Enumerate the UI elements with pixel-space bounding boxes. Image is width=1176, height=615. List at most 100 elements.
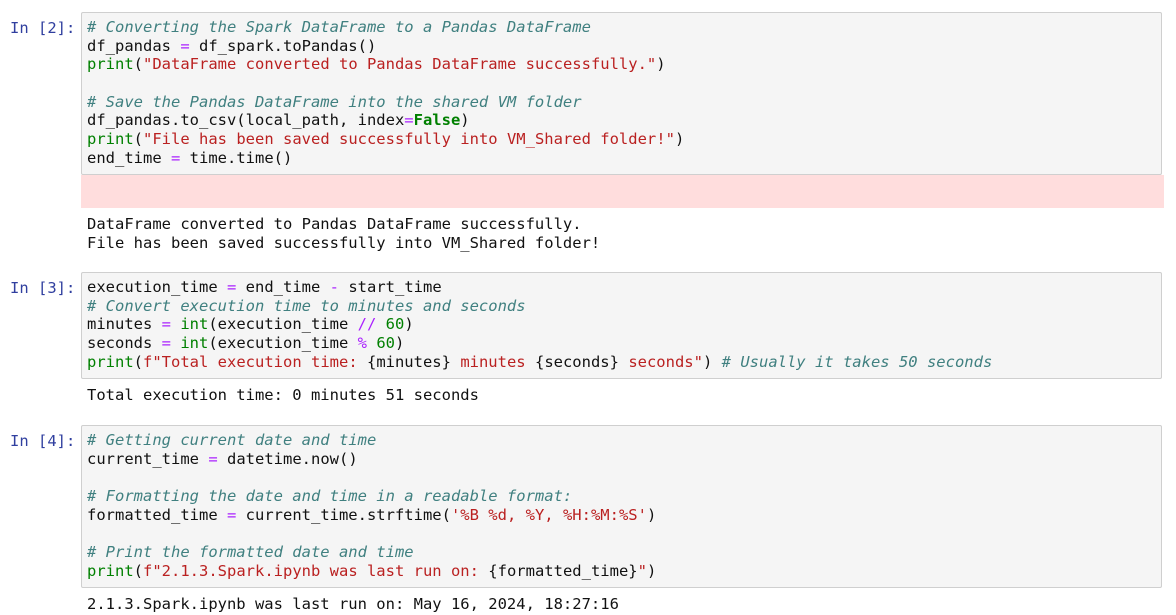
code-token: int [180,315,209,334]
code-line: # Formatting the date and time in a read… [87,487,1156,506]
code-line: print("DataFrame converted to Pandas Dat… [87,55,1156,74]
code-token: ( [133,352,144,371]
code-token: " [637,561,647,580]
code-token: print [87,130,134,149]
code-token: ( [133,561,144,580]
code-token: # Print the formatted date and time [87,543,414,562]
code-token: (execution_time [208,334,358,353]
code-token: # Save the Pandas DataFrame into the sha… [87,92,582,111]
cell-prompt: In [3]: [10,279,76,297]
code-token: = [226,505,237,524]
code-token: ) [460,111,470,130]
code-token: time.time() [180,148,293,167]
code-token: print [87,352,134,371]
code-token: print [87,55,134,74]
code-line: # Save the Pandas DataFrame into the sha… [87,93,1156,112]
code-line: end_time = time.time() [87,149,1156,168]
code-token: 60 [376,334,396,353]
code-token: = [171,148,181,167]
cell-prompt: In [4]: [10,432,76,450]
cell-output: Total execution time: 0 minutes 51 secon… [87,386,479,405]
code-token: ) [702,352,722,371]
code-line: df_pandas.to_csv(local_path, index=False… [87,111,1156,130]
code-token: ) [404,315,414,334]
cell-output: DataFrame converted to Pandas DataFrame … [87,215,600,252]
output-line: 2.1.3.Spark.ipynb was last run on: May 1… [87,595,619,613]
code-token: start_time [339,278,442,296]
output-line: DataFrame converted to Pandas DataFrame … [87,215,582,233]
code-line: minutes = int(execution_time // 60) [87,315,1156,334]
code-token: # Usually it takes 50 seconds [721,352,993,371]
code-token: ( [133,130,144,149]
code-token: f"Total execution time: [143,352,367,371]
output-line: File has been saved successfully into VM… [87,233,601,252]
code-line: current_time = datetime.now() [87,450,1156,469]
code-token: formatted_time [87,505,227,524]
code-token: # Formatting the date and time in a read… [87,487,573,506]
code-token: "DataFrame converted to Pandas DataFrame… [143,55,657,74]
code-line: formatted_time = current_time.strftime('… [87,506,1156,525]
code-cell-editor[interactable]: # Getting current date and time current_t… [81,425,1162,588]
code-token: // [357,315,377,334]
code-token: ) [674,130,685,149]
code-token: = [180,36,190,55]
code-token: {seconds} [534,352,619,371]
code-token: # Converting the Spark DataFrame to a Pa… [87,18,591,36]
code-line: # Getting current date and time [87,431,1156,450]
code-token: 60 [385,315,405,334]
code-token: ) [646,561,657,580]
code-line: # Print the formatted date and time [87,543,1156,562]
code-token: execution_time [87,278,227,296]
code-token: # Convert execution time to minutes and … [87,296,526,315]
code-line: print("File has been saved successfully … [87,130,1156,149]
code-token: df_pandas.to_csv(local_path, index [87,111,405,130]
code-line: # Convert execution time to minutes and … [87,297,1156,316]
code-token: end_time [87,148,171,167]
code-token: = [161,315,171,334]
code-token: '%B %d, %Y, %H:%M:%S' [450,505,647,524]
code-token: seconds" [618,352,703,371]
code-token: ) [656,55,666,74]
code-token: f"2.1.3.Spark.ipynb was last run on: [143,561,489,580]
code-token: ( [133,55,144,74]
cell-prompt: In [2]: [10,19,76,37]
code-token: = [208,449,218,468]
code-line: seconds = int(execution_time % 60) [87,334,1156,353]
code-line: df_pandas = df_spark.toPandas() [87,37,1156,56]
code-token: minutes [87,315,162,334]
code-token: % [357,334,367,353]
code-token: {formatted_time} [488,561,638,580]
code-line: # Converting the Spark DataFrame to a Pa… [87,18,1156,37]
code-token: False [413,111,461,130]
code-token: = [404,111,414,130]
code-line: execution_time = end_time - start_time [87,278,1156,297]
code-token: # Getting current date and time [87,431,377,449]
code-cell-editor[interactable]: # Converting the Spark DataFrame to a Pa… [81,12,1162,175]
code-token: "File has been saved successfully into V… [143,130,675,149]
code-token: = [161,334,171,353]
code-token: df_spark.toPandas() [189,36,377,55]
code-token: ) [395,334,405,353]
code-line: print(f"Total execution time: {minutes} … [87,353,1156,372]
code-token: minutes [450,352,535,371]
code-line: print(f"2.1.3.Spark.ipynb was last run o… [87,562,1156,581]
code-token: end_time [236,278,330,296]
code-token: current_time [87,449,209,468]
code-token: current_time.strftime( [236,505,451,524]
code-cell-editor[interactable]: execution_time = end_time - start_time # … [81,272,1162,379]
code-token: seconds [87,334,162,353]
code-token: int [180,334,209,353]
code-token: datetime.now() [217,449,358,468]
stderr-output-area [81,175,1164,208]
cell-output: 2.1.3.Spark.ipynb was last run on: May 1… [87,595,619,614]
code-token: print [87,561,134,580]
code-token: {minutes} [366,352,451,371]
code-token: ) [646,505,657,524]
